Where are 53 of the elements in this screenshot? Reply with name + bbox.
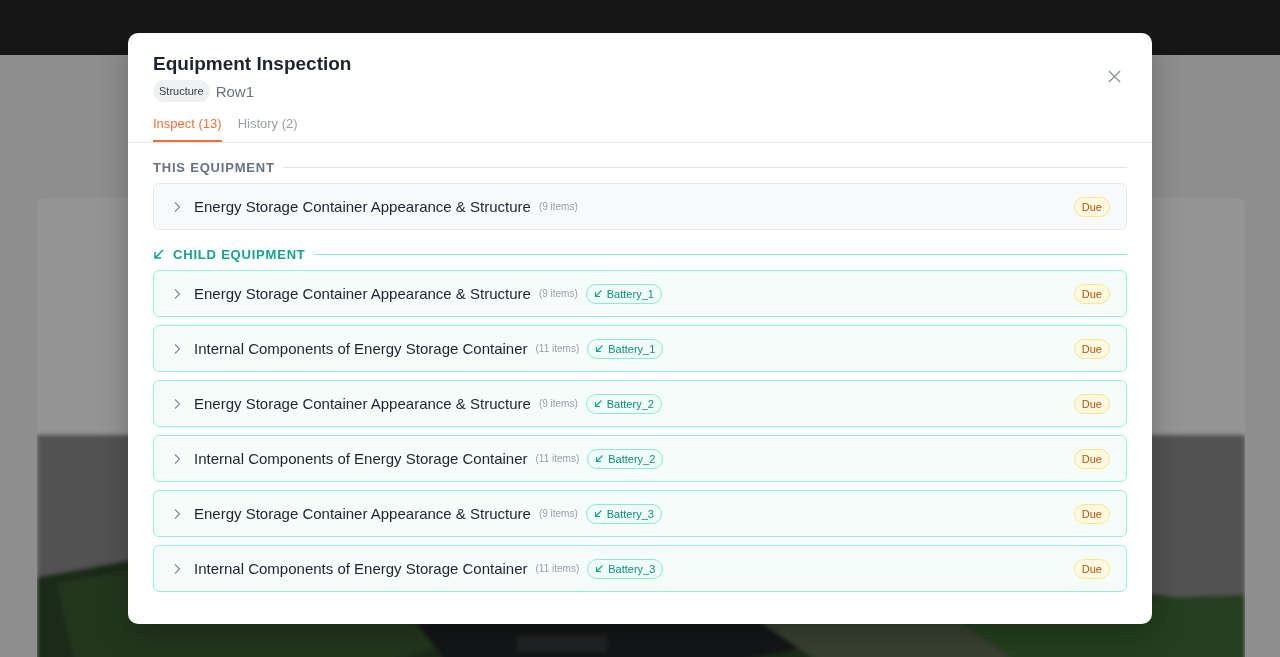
arrow-down-left-icon [595, 564, 605, 573]
status-badge: Due [1073, 196, 1110, 217]
checklist-title: Energy Storage Container Appearance & Structure [194, 505, 531, 522]
chevron-right-icon [173, 452, 181, 465]
item-count: (9 items) [538, 201, 578, 212]
checklist-row[interactable]: Energy Storage Container Appearance & Structure (9 items) Battery_3 Due [153, 490, 1127, 537]
arrow-down-left-icon [593, 289, 603, 298]
chevron-right-icon [173, 200, 181, 213]
item-count: (9 items) [538, 288, 578, 299]
status-badge: Due [1073, 393, 1110, 414]
chevron-right-icon [173, 397, 181, 410]
checklist-row[interactable]: Energy Storage Container Appearance & Structure (9 items) Battery_1 Due [153, 270, 1127, 317]
checklist-title: Energy Storage Container Appearance & Structure [194, 285, 531, 302]
checklist-title: Energy Storage Container Appearance & Structure [194, 395, 531, 412]
child-equipment-name: Battery_2 [608, 452, 656, 465]
status-badge: Due [1073, 558, 1110, 579]
status-badge: Due [1073, 503, 1110, 524]
checklist-row[interactable]: Energy Storage Container Appearance & Structure (9 items) Battery_2 Due [153, 380, 1127, 427]
arrow-down-left-icon [593, 399, 603, 408]
status-badge: Due [1073, 283, 1110, 304]
type-tag: Structure [153, 80, 210, 102]
chevron-right-icon [173, 562, 181, 575]
checklist-row[interactable]: Internal Components of Energy Storage Container (11 items) Battery_1 Due [153, 325, 1127, 372]
child-equipment-name: Battery_2 [606, 397, 654, 410]
chevron-right-icon [173, 287, 181, 300]
equipment-name: Row1 [215, 82, 254, 100]
arrow-down-left-icon [595, 454, 605, 463]
item-count: (11 items) [535, 563, 580, 574]
close-icon[interactable] [1108, 70, 1121, 83]
section-heading: THIS EQUIPMENT [153, 159, 275, 175]
arrow-down-left-icon [595, 344, 605, 353]
checklist-row[interactable]: Internal Components of Energy Storage Container (11 items) Battery_3 Due [153, 545, 1127, 592]
arrow-down-left-icon [593, 509, 603, 518]
checklist-title: Internal Components of Energy Storage Container [194, 340, 528, 357]
checklist-row[interactable]: Internal Components of Energy Storage Container (11 items) Battery_2 Due [153, 435, 1127, 482]
dialog-title: Equipment Inspection [153, 52, 352, 76]
checklist-title: Energy Storage Container Appearance & Structure [194, 198, 531, 215]
arrow-down-left-icon [153, 248, 165, 260]
chevron-right-icon [173, 507, 181, 520]
child-equipment-name: Battery_1 [608, 342, 656, 355]
child-equipment-name: Battery_1 [606, 287, 654, 300]
item-count: (11 items) [535, 343, 580, 354]
item-count: (11 items) [535, 453, 580, 464]
item-count: (9 items) [538, 508, 578, 519]
checklist-title: Internal Components of Energy Storage Container [194, 450, 528, 467]
section-heading: CHILD EQUIPMENT [173, 246, 306, 262]
checklist-title: Internal Components of Energy Storage Container [194, 560, 528, 577]
item-count: (9 items) [538, 398, 578, 409]
status-badge: Due [1073, 338, 1110, 359]
status-badge: Due [1073, 448, 1110, 469]
chevron-right-icon [173, 342, 181, 355]
child-equipment-name: Battery_3 [608, 562, 656, 575]
child-equipment-name: Battery_3 [606, 507, 654, 520]
